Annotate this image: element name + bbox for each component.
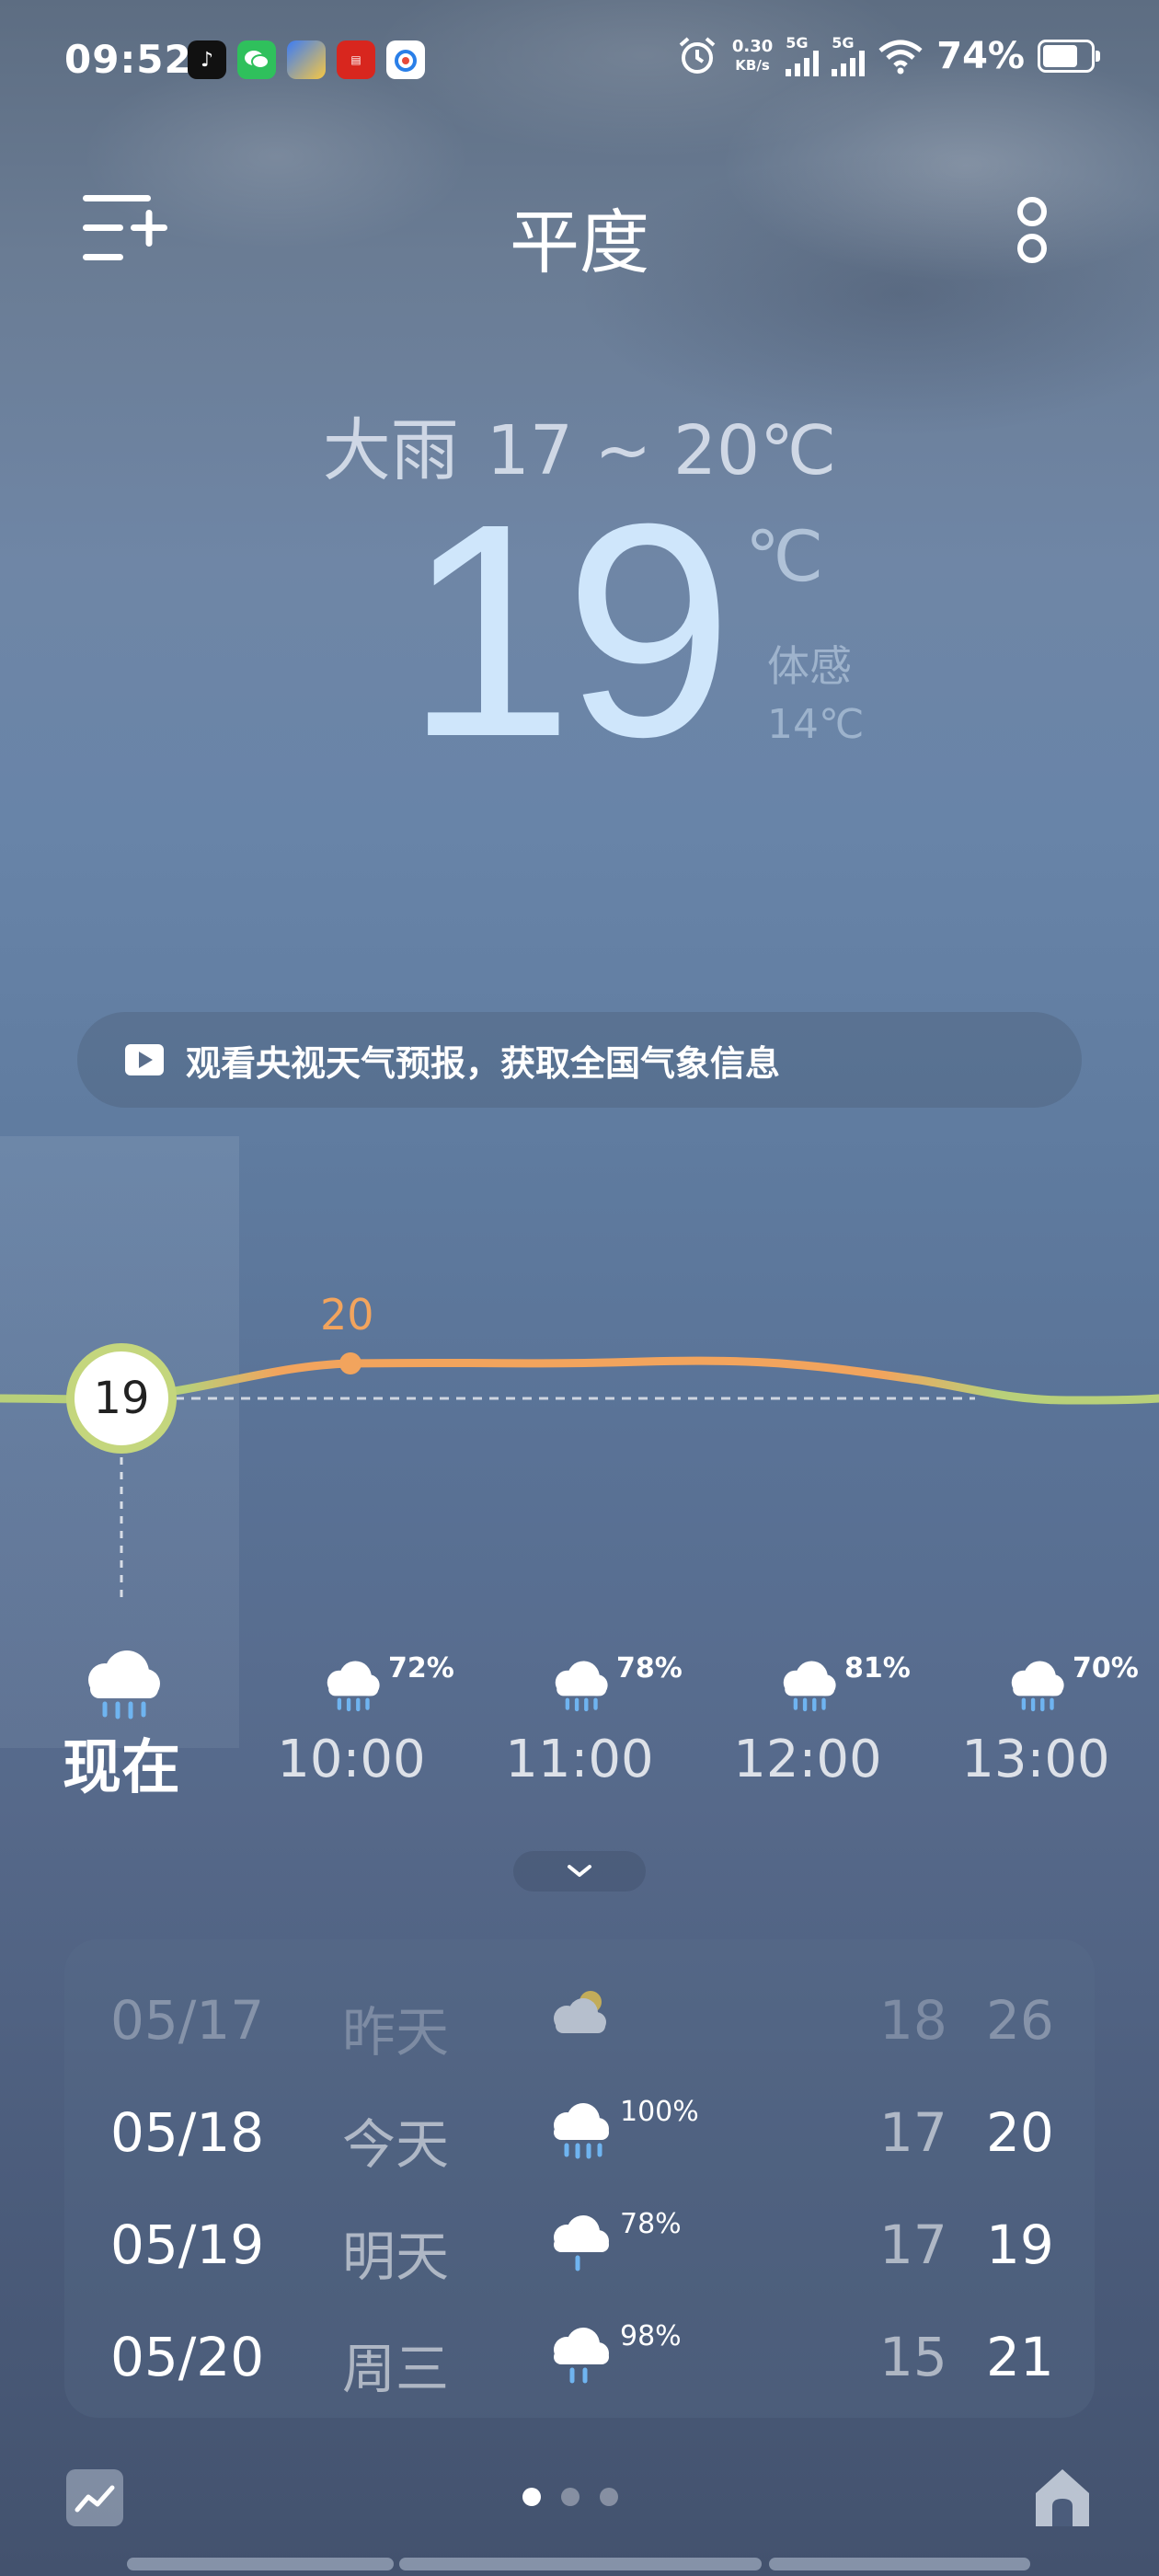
feels-like-label: 体感 [767, 641, 852, 691]
status-indicators: 0.30 KB/s 5G 5G 74% [675, 35, 1100, 77]
rain-cloud-icon [554, 2215, 609, 2271]
rain-cloud-icon [88, 1650, 160, 1719]
hour-item-now[interactable]: 现在 [39, 1643, 204, 1805]
rain-cloud-icon [783, 1661, 836, 1712]
forecast-high: 19 [986, 2214, 1054, 2276]
play-icon [125, 1044, 164, 1075]
forecast-day: 明天 [342, 2225, 450, 2288]
forecast-day: 昨天 [342, 2001, 450, 2064]
forecast-day: 今天 [342, 2113, 450, 2176]
hour-time: 13:00 [961, 1730, 1110, 1789]
page-dot [600, 2488, 618, 2506]
forecast-high: 21 [986, 2326, 1054, 2388]
hour-time: 12:00 [733, 1730, 882, 1789]
daily-row-wednesday[interactable]: 05/20 周三 98% 15 21 [64, 2302, 1095, 2403]
precip-chance: 81% [844, 1652, 911, 1685]
precip-chance: 78% [616, 1652, 683, 1685]
current-temp-bubble: 19 [66, 1343, 177, 1454]
city-name[interactable]: 平度 [396, 186, 763, 287]
network-speed: 0.30 KB/s [731, 37, 774, 75]
city-list-add-button[interactable] [83, 191, 171, 265]
wifi-icon [878, 40, 923, 75]
hour-time: 11:00 [505, 1730, 654, 1789]
precip-chance: 70% [1073, 1652, 1139, 1685]
weibo-icon [386, 40, 425, 79]
page-indicator [522, 2488, 618, 2506]
temperature-unit: ℃ [745, 515, 824, 597]
peak-marker [339, 1352, 361, 1374]
daily-row-today[interactable]: 05/18 今天 100% 17 20 [64, 2077, 1095, 2179]
hour-item-1[interactable]: 72% 10:00 [269, 1643, 454, 1789]
bottom-tab-indicator-3 [769, 2558, 1030, 2570]
forecast-low: 18 [879, 1989, 947, 2052]
forecast-date: 05/17 [110, 1989, 265, 2052]
bottom-tab-indicator-1 [127, 2558, 394, 2570]
precip-chance: 72% [388, 1652, 454, 1685]
hour-item-4[interactable]: 70% 13:00 [953, 1643, 1139, 1789]
alarm-icon [679, 37, 716, 74]
forecast-date: 05/18 [110, 2101, 265, 2164]
hour-time: 10:00 [277, 1730, 426, 1789]
forecast-high: 26 [986, 1989, 1054, 2052]
battery-icon [1038, 40, 1100, 73]
forecast-date: 05/19 [110, 2214, 265, 2276]
rain-cloud-icon [327, 1661, 380, 1712]
home-icon[interactable] [1032, 2466, 1093, 2530]
forecast-low: 17 [879, 2214, 947, 2276]
signal-sim2: 5G [832, 36, 866, 76]
page-dot [522, 2488, 541, 2506]
current-temperature: 19 [405, 460, 733, 799]
partly-cloudy-icon [554, 1991, 606, 2033]
hour-item-2[interactable]: 78% 11:00 [497, 1643, 683, 1789]
rain-cloud-icon [554, 2328, 609, 2384]
forecast-high: 20 [986, 2101, 1054, 2164]
forecast-precip: 78% [620, 2208, 682, 2240]
forecast-low: 17 [879, 2101, 947, 2164]
rain-cloud-icon [1011, 1661, 1064, 1712]
forecast-low: 15 [879, 2326, 947, 2388]
wechat-icon [237, 40, 276, 79]
feels-like-value: 14℃ [767, 701, 865, 748]
banner-text: 观看央视天气预报，获取全国气象信息 [186, 1042, 781, 1084]
rain-cloud-icon [555, 1661, 608, 1712]
signal-sim1: 5G [786, 36, 820, 76]
daily-row-yesterday[interactable]: 05/17 昨天 18 26 [64, 1965, 1095, 2066]
trend-chart-button[interactable] [66, 2469, 123, 2526]
trend-chart-icon [75, 2485, 115, 2513]
more-options-button[interactable] [1012, 193, 1052, 267]
forecast-day: 周三 [342, 2338, 450, 2400]
hour-time: 现在 [63, 1734, 180, 1802]
hour-item-3[interactable]: 81% 12:00 [725, 1643, 911, 1789]
forecast-precip: 98% [620, 2320, 682, 2352]
page-dot [561, 2488, 580, 2506]
hourly-temperature-curve [0, 1352, 1159, 1601]
daily-row-tomorrow[interactable]: 05/19 明天 78% 17 19 [64, 2190, 1095, 2291]
cctv-forecast-banner[interactable]: 观看央视天气预报，获取全国气象信息 [77, 1012, 1082, 1108]
bottom-tab-indicator-2 [399, 2558, 762, 2570]
news-app-icon: ▤ [337, 40, 375, 79]
expand-hourly-button[interactable] [513, 1851, 646, 1892]
browser-icon [287, 40, 326, 79]
daily-forecast-card: 05/17 昨天 18 26 05/18 今天 100% 17 20 05/19… [64, 1939, 1095, 2418]
peak-temperature-label: 20 [320, 1290, 374, 1340]
rain-cloud-icon [554, 2103, 609, 2159]
forecast-date: 05/20 [110, 2326, 265, 2388]
notification-app-icons: ♪ ▤ [188, 40, 425, 79]
tiktok-icon: ♪ [188, 40, 226, 79]
status-time: 09:52 [64, 37, 192, 82]
chevron-down-icon [568, 1865, 591, 1877]
battery-percent: 74% [936, 35, 1025, 77]
forecast-precip: 100% [620, 2096, 699, 2128]
